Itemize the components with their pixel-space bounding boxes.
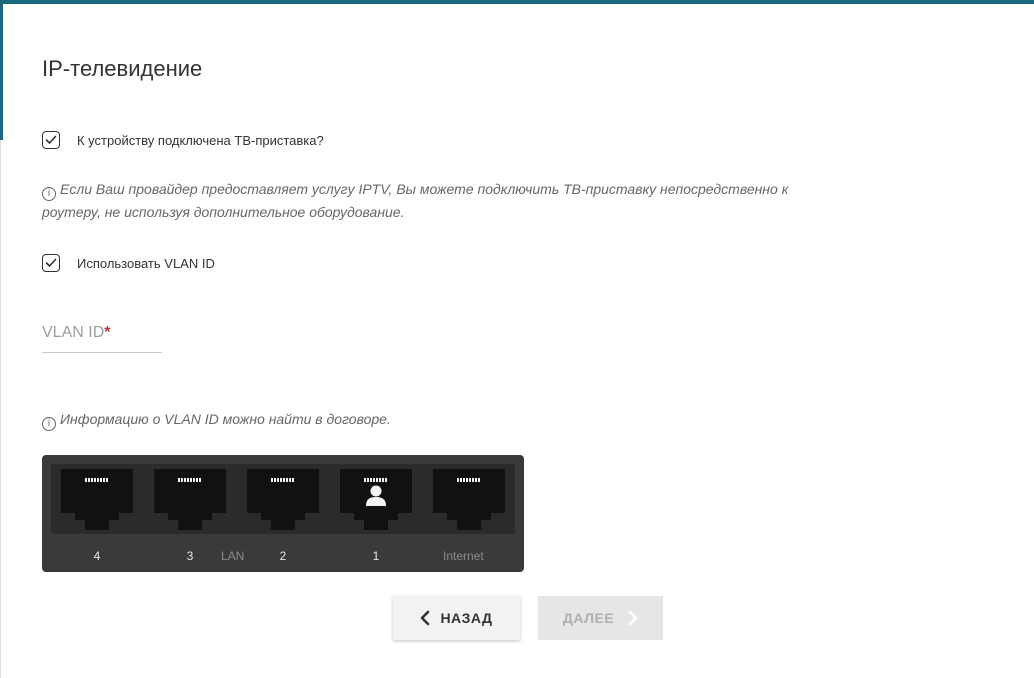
vlan-id-input[interactable]: [42, 320, 166, 356]
lan-caption: LAN: [221, 549, 245, 563]
port-lan-3[interactable]: [154, 469, 226, 530]
info-circle-icon: i: [42, 417, 56, 431]
stb-connected-label: К устройству подключена ТВ-приставка?: [77, 132, 324, 148]
port-lan-1[interactable]: [340, 469, 412, 530]
vlan-id-field[interactable]: VLAN ID*: [42, 320, 166, 356]
left-accent-bar: [0, 0, 3, 140]
use-vlan-label: Использовать VLAN ID: [77, 255, 215, 271]
internet-caption: Internet: [443, 549, 484, 563]
port-number-1: 1: [372, 549, 380, 563]
ethernet-port-icon: [340, 469, 412, 530]
port-lan-2[interactable]: [247, 469, 319, 530]
checkmark-icon: [45, 258, 57, 267]
back-button[interactable]: НАЗАД: [393, 596, 520, 640]
port-number-3: 3: [186, 549, 194, 563]
use-vlan-checkbox[interactable]: [42, 254, 60, 272]
chevron-left-icon: [421, 610, 430, 626]
iptv-info-text: Если Ваш провайдер предоставляет услугу …: [60, 181, 789, 197]
info-circle-icon: i: [42, 187, 56, 201]
next-button[interactable]: ДАЛЕЕ: [538, 596, 663, 640]
ethernet-port-icon: [247, 469, 319, 530]
iptv-info: i Если Ваш провайдер предоставляет услугу…: [42, 178, 1002, 223]
checkmark-icon: [45, 135, 57, 144]
chevron-right-icon: [628, 610, 638, 626]
ethernet-port-icon: [433, 469, 505, 530]
top-accent-bar: [0, 0, 1034, 4]
port-lan-4[interactable]: [61, 469, 133, 530]
ethernet-port-icon: [61, 469, 133, 530]
iptv-info-text-line2: роутеру, не используя дополнительное обо…: [42, 204, 405, 220]
next-button-label: ДАЛЕЕ: [562, 610, 615, 626]
port-number-4: 4: [93, 549, 101, 563]
stb-connected-checkbox[interactable]: [42, 131, 60, 149]
port-internet[interactable]: [433, 469, 505, 530]
stb-connected-row[interactable]: К устройству подключена ТВ-приставка?: [42, 131, 324, 149]
back-button-label: НАЗАД: [440, 610, 493, 626]
ports-panel: 4 3 LAN 2 1 Internet: [42, 455, 524, 572]
iptv-page: IP-телевидение К устройству подключена Т…: [0, 0, 1034, 678]
use-vlan-row[interactable]: Использовать VLAN ID: [42, 254, 215, 272]
vlan-info: i Информацию о VLAN ID можно найти в дого…: [42, 408, 391, 431]
ethernet-port-icon: [154, 469, 226, 530]
page-title: IP-телевидение: [42, 56, 203, 81]
left-border: [0, 140, 1, 678]
port-number-2: 2: [279, 549, 287, 563]
vlan-info-text: Информацию о VLAN ID можно найти в догов…: [60, 411, 391, 427]
